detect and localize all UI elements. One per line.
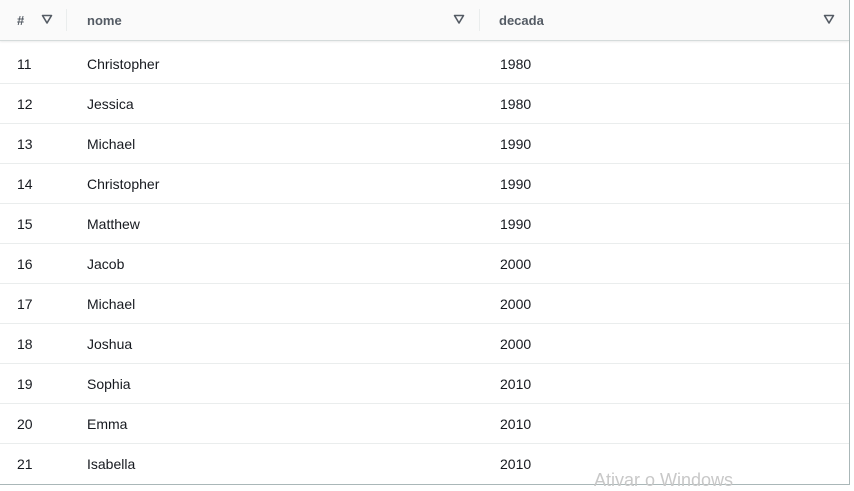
table-row[interactable]: 19 Sophia 2010 — [0, 364, 849, 404]
cell-decada: 2010 — [500, 416, 532, 432]
cell-number: 15 — [17, 216, 33, 232]
table-row[interactable]: 18 Joshua 2000 — [0, 324, 849, 364]
cell-decada: 1990 — [500, 176, 532, 192]
cell-number: 18 — [17, 336, 33, 352]
filter-triangle-icon[interactable] — [41, 12, 53, 26]
cell-decada: 1980 — [500, 56, 532, 72]
column-header-label: # — [17, 13, 25, 28]
table-header: # nome decada — [0, 0, 849, 41]
cell-number: 12 — [17, 96, 33, 112]
cell-nome: Jacob — [87, 256, 125, 272]
cell-number: 20 — [17, 416, 33, 432]
cell-number: 21 — [17, 456, 33, 472]
column-header-number[interactable]: # — [0, 0, 67, 40]
cell-nome: Michael — [87, 136, 136, 152]
cell-nome: Isabella — [87, 456, 136, 472]
cell-nome: Christopher — [87, 56, 160, 72]
cell-decada: 2010 — [500, 456, 532, 472]
cell-decada: 1980 — [500, 96, 532, 112]
cell-nome: Emma — [87, 416, 128, 432]
cell-nome: Jessica — [87, 96, 134, 112]
table-row[interactable]: 15 Matthew 1990 — [0, 204, 849, 244]
cell-decada: 2000 — [500, 296, 532, 312]
cell-number: 11 — [17, 56, 32, 72]
cell-number: 13 — [17, 136, 33, 152]
filter-triangle-icon[interactable] — [823, 12, 835, 26]
results-table: # nome decada 11 Christopher 1980 12 Jessica… — [0, 0, 850, 485]
column-header-label: decada — [499, 13, 544, 28]
cell-number: 17 — [17, 296, 33, 312]
table-body: 11 Christopher 1980 12 Jessica 1980 13 Michael 1… — [0, 44, 849, 484]
cell-number: 16 — [17, 256, 33, 272]
column-header-decada[interactable]: decada — [480, 0, 849, 40]
cell-decada: 2010 — [500, 376, 532, 392]
cell-decada: 2000 — [500, 336, 532, 352]
table-row[interactable]: 13 Michael 1990 — [0, 124, 849, 164]
cell-nome: Matthew — [87, 216, 140, 232]
column-header-nome[interactable]: nome — [67, 0, 480, 40]
cell-number: 14 — [17, 176, 33, 192]
cell-nome: Joshua — [87, 336, 133, 352]
table-row[interactable]: 16 Jacob 2000 — [0, 244, 849, 284]
filter-triangle-icon[interactable] — [453, 12, 465, 26]
cell-decada: 1990 — [500, 136, 532, 152]
cell-nome: Christopher — [87, 176, 160, 192]
cell-decada: 1990 — [500, 216, 532, 232]
cell-number: 19 — [17, 376, 33, 392]
table-row[interactable]: 12 Jessica 1980 — [0, 84, 849, 124]
table-row[interactable]: 21 Isabella 2010 — [0, 444, 849, 484]
table-row[interactable]: 20 Emma 2010 — [0, 404, 849, 444]
column-header-label: nome — [87, 13, 122, 28]
cell-decada: 2000 — [500, 256, 532, 272]
table-row[interactable]: 17 Michael 2000 — [0, 284, 849, 324]
cell-nome: Michael — [87, 296, 136, 312]
cell-nome: Sophia — [87, 376, 131, 392]
table-row[interactable]: 11 Christopher 1980 — [0, 44, 849, 84]
table-row[interactable]: 14 Christopher 1990 — [0, 164, 849, 204]
